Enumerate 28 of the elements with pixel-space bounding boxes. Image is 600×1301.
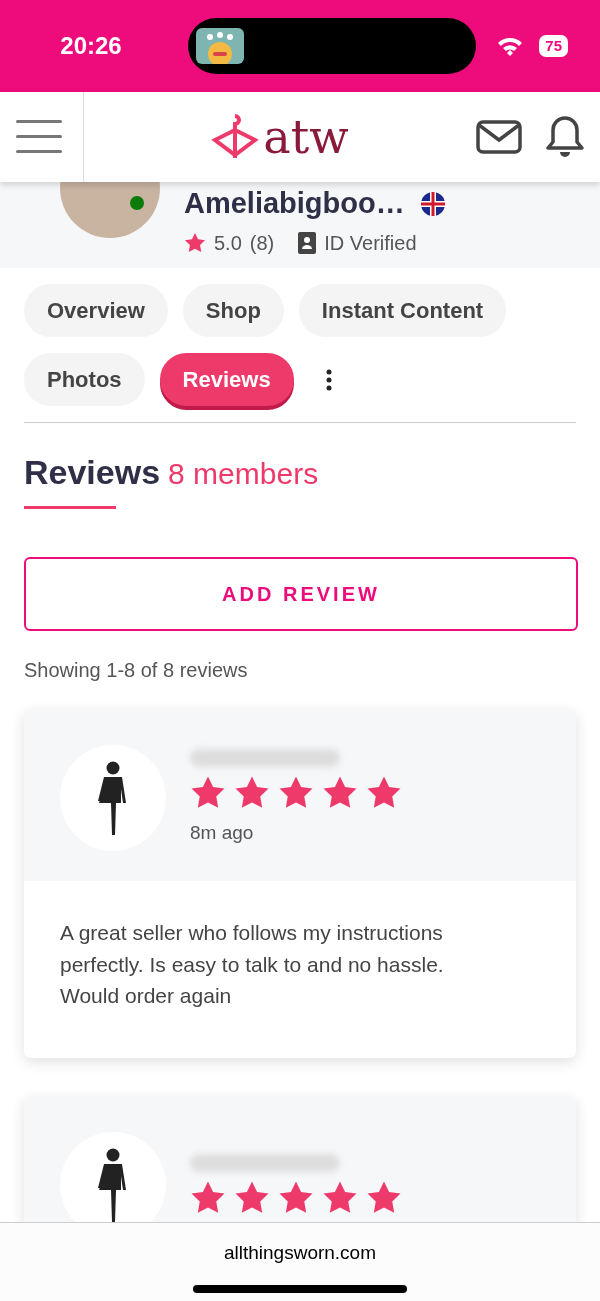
profile-tab[interactable]: Shop	[182, 284, 284, 337]
clock: 20:26	[59, 31, 123, 61]
flag-icon	[420, 191, 445, 216]
add-review-button[interactable]: ADD REVIEW	[24, 557, 578, 631]
member-count: 8 members	[168, 456, 319, 492]
id-badge-icon	[298, 231, 317, 254]
menu-icon[interactable]	[16, 119, 64, 155]
star-icon	[184, 231, 206, 254]
rating-count: (8)	[249, 230, 275, 256]
review-time: 8m ago	[190, 820, 255, 845]
address-bar-url[interactable]: allthingsworn.com	[223, 1239, 377, 1268]
section-title: Reviews	[24, 452, 161, 493]
profile-name: Ameliabigboo…	[184, 188, 405, 220]
rating-value: 5.0	[214, 230, 242, 256]
battery-indicator: 75	[539, 34, 568, 58]
wifi-icon	[497, 36, 524, 56]
more-options-icon[interactable]	[324, 368, 333, 391]
app-icon	[195, 28, 244, 64]
review-text: A great seller who follows my instructions perfectly. Is easy to talk to and no hassle. Would order again	[59, 920, 445, 1009]
profile-tab[interactable]: Photos	[24, 353, 145, 406]
notification-bell-icon[interactable]	[546, 115, 584, 159]
hanger-logo-icon	[211, 113, 260, 161]
profile-tab[interactable]: Instant Content	[298, 284, 507, 337]
logo-text[interactable]: atw	[263, 114, 349, 160]
mail-icon[interactable]	[476, 120, 522, 154]
review-summary: Showing 1-8 of 8 reviews	[24, 658, 249, 683]
profile-tab[interactable]: Overview	[24, 284, 168, 337]
verification-label: ID Verified	[324, 230, 417, 256]
